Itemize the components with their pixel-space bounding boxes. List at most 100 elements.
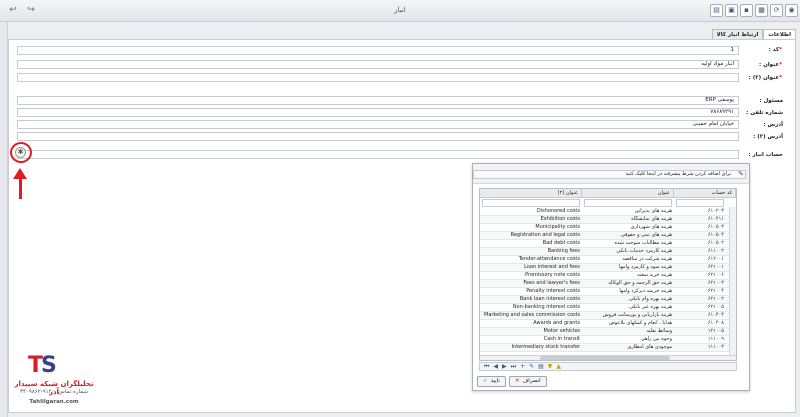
export-icon[interactable]: ▤	[538, 363, 544, 370]
logo-url: Tahlilgaran.com	[29, 399, 79, 405]
cancel-button[interactable]: ✕ انصراف	[509, 376, 547, 387]
phone-input[interactable]: ۷۸۶۸۹۲۹۱	[17, 108, 739, 117]
save-new-icon[interactable]: ▦	[755, 4, 768, 17]
table-row[interactable]: Non-banking interest costs هزینه بهره غیر…	[480, 304, 736, 312]
table-row[interactable]: Registration and legal costs هزینه های ثب…	[480, 232, 736, 240]
inventory-account-label: حساب انبار :	[748, 152, 783, 158]
cell-title: هزینه شرکت در مناقصه	[622, 256, 672, 262]
phone-label: شماره تلفن :	[746, 110, 783, 116]
first-page-icon[interactable]: ⏮	[484, 363, 489, 371]
cell-title2: Penalty interest costs	[526, 288, 580, 294]
edit-row-icon[interactable]: ✎	[529, 363, 534, 370]
cell-title: هزینه بازاریابی و پورسانت فروش	[602, 312, 672, 318]
account-lookup-popup: برای اضافه کردن شرط پیشرفته در اینجا کلی…	[472, 163, 750, 391]
cell-title: موجودی های انتظاری	[627, 344, 672, 350]
address2-input[interactable]	[17, 132, 739, 141]
cell-title2: Tender-attendance costs	[518, 256, 580, 262]
cell-code: ۶۲۱۰۰۵	[707, 304, 724, 310]
table-row[interactable]: Tender-attendance costs هزینه شرکت در منا…	[480, 256, 736, 264]
cell-title2: Loan interest and fees	[524, 264, 580, 270]
manager-input[interactable]: ERP یوسفی	[17, 96, 739, 105]
table-row[interactable]: Marketing and sales commission costs هزین…	[480, 312, 736, 320]
inventory-account-input[interactable]	[17, 150, 739, 159]
prev-page-icon[interactable]: ◀	[493, 363, 498, 370]
title-input[interactable]: انبار مواد اولیه	[17, 60, 739, 69]
save-icon[interactable]: ▪	[740, 4, 753, 17]
required-marker: *	[779, 47, 782, 53]
annotation-arrow-shaft	[19, 177, 22, 199]
cell-code: ۶۲۱۰۰۳	[707, 280, 724, 286]
table-row[interactable]: Municipality costs هزینه های شهرداری ۶۱۰۵۰…	[480, 224, 736, 232]
cell-code: ۶۱۱۰۰۲	[707, 248, 724, 254]
cell-title2: Fees and lawyer's fees	[523, 280, 580, 286]
code-input[interactable]: 1	[17, 46, 739, 55]
refresh-icon[interactable]: ⟳	[770, 4, 783, 17]
column-header-title[interactable]: عنوان	[582, 189, 674, 198]
table-row[interactable]: Fees and lawyer's fees هزینه حق الزحمه و …	[480, 280, 736, 288]
cell-code: ۶۲۱۰۰۱	[707, 264, 724, 270]
window-title: انبار	[394, 6, 406, 14]
popup-header: برای اضافه کردن شرط پیشرفته در اینجا کلی…	[473, 164, 749, 184]
filter-input-title2[interactable]	[482, 199, 580, 207]
toolbar: ▤ ▣ ▪ ▦ ⟳ ◉	[710, 4, 798, 17]
cell-title: هدایا ، انعام و کمکهای بلاعوض	[608, 320, 672, 326]
company-logo: TS تحلیلگران شبکه سپیدار آذر شماره تماس:…	[14, 355, 94, 413]
table-row[interactable]: Bank loan interest costs هزینه بهره وام ب…	[480, 296, 736, 304]
address-input[interactable]: خیابان امام خمینی	[17, 120, 739, 129]
address-label: آدرس :	[763, 122, 783, 128]
cell-title2: Dishonored costs	[536, 208, 580, 214]
column-header-title2[interactable]: عنوان (۲)	[480, 189, 582, 198]
cell-title: وجوه بین راهی	[640, 336, 672, 342]
cell-code: ۶۱۲۰۰۱	[707, 256, 724, 262]
filter-input-code[interactable]	[676, 199, 724, 207]
cell-code: ۶۱۰۵۰۳	[707, 224, 724, 230]
next-page-icon[interactable]: ▶	[502, 363, 507, 370]
sort-icon[interactable]: ▲	[556, 363, 561, 370]
table-row[interactable]: Awards and grants هدایا ، انعام و کمکهای …	[480, 320, 736, 328]
cell-code: ۶۱۰۴۰۸	[707, 320, 724, 326]
cell-title: هزینه سود و کارمزد وامها	[618, 264, 672, 270]
cell-code: ۶۲۱۰۰۶	[707, 272, 724, 278]
cell-code: ۶۱۰۴۱۱	[707, 216, 724, 222]
last-page-icon[interactable]: ⏭	[511, 363, 516, 371]
scroll-thumb[interactable]	[540, 356, 670, 360]
required-marker: *	[779, 62, 782, 68]
table-row[interactable]: Promissory note costs هزینه خرید سفته ۶۲۱۰…	[480, 272, 736, 280]
cell-title2: Banking fees	[547, 248, 580, 254]
grid-horizontal-scrollbar[interactable]	[480, 355, 736, 360]
table-row[interactable]: Loan interest and fees هزینه سود و کارمزد…	[480, 264, 736, 272]
save-close-icon[interactable]: ▣	[725, 4, 738, 17]
filter-icon[interactable]: ▼	[548, 363, 553, 370]
sidebar-strip	[0, 22, 8, 417]
add-row-icon[interactable]: +	[520, 363, 525, 370]
cell-title2: Motor vehicles	[543, 328, 580, 334]
table-row[interactable]: Intermediary stock transfer موجودی های ان…	[480, 344, 736, 352]
table-row[interactable]: Motor vehicles وسائط نقلیه ۱۲۱۰۰۵	[480, 328, 736, 336]
cancel-icon: ✕	[515, 378, 520, 384]
cell-title: هزینه خرید سفته	[637, 272, 672, 278]
cell-title: وسائط نقلیه	[646, 328, 672, 334]
cell-code: ۶۱۰۵۰۲	[707, 240, 724, 246]
window-titlebar: ↩ ↪ انبار ▤ ▣ ▪ ▦ ⟳ ◉	[0, 0, 800, 22]
title2-input[interactable]	[17, 73, 739, 82]
help-icon[interactable]: ◉	[785, 4, 798, 17]
filter-input-title[interactable]	[584, 199, 672, 207]
cell-code: ۶۱۰۴۰۴	[707, 312, 724, 318]
table-row[interactable]: Penalty interest costs هزینه جریمه دیرکرد…	[480, 288, 736, 296]
title2-label: *عنوان (۲) :	[748, 75, 782, 81]
table-row[interactable]: Cash in transit وجوه بین راهی ۱۱۱۰۰۹	[480, 336, 736, 344]
cell-title2: Bank loan interest costs	[519, 296, 580, 302]
ok-button[interactable]: ✓ تایید	[477, 376, 506, 387]
cell-title: هزینه بهره غیر بانکی	[629, 304, 672, 310]
cell-title2: Cash in transit	[543, 336, 580, 342]
advanced-filter-hint[interactable]: برای اضافه کردن شرط پیشرفته در اینجا کلی…	[473, 170, 746, 179]
table-row[interactable]: Banking fees هزینه کارمزد خدمات بانکی ۶۱۱۰…	[480, 248, 736, 256]
table-row[interactable]: Bad debt costs هزینه مطالبات سوخت شده ۶۱۰۵…	[480, 240, 736, 248]
column-header-code[interactable]: کد حساب	[674, 189, 736, 198]
grid-vertical-scrollbar[interactable]	[729, 207, 736, 357]
cell-title2: Non-banking interest costs	[512, 304, 580, 310]
print-icon[interactable]: ▤	[710, 4, 723, 17]
table-row[interactable]: Exhibition costs هزینه های نمایشگاه ۶۱۰۴۱۱	[480, 216, 736, 224]
table-row[interactable]: Dishonored costs هزینه های پذیرایی ۶۱۰۲۰۳	[480, 208, 736, 216]
cell-title2: Municipality costs	[535, 224, 580, 230]
